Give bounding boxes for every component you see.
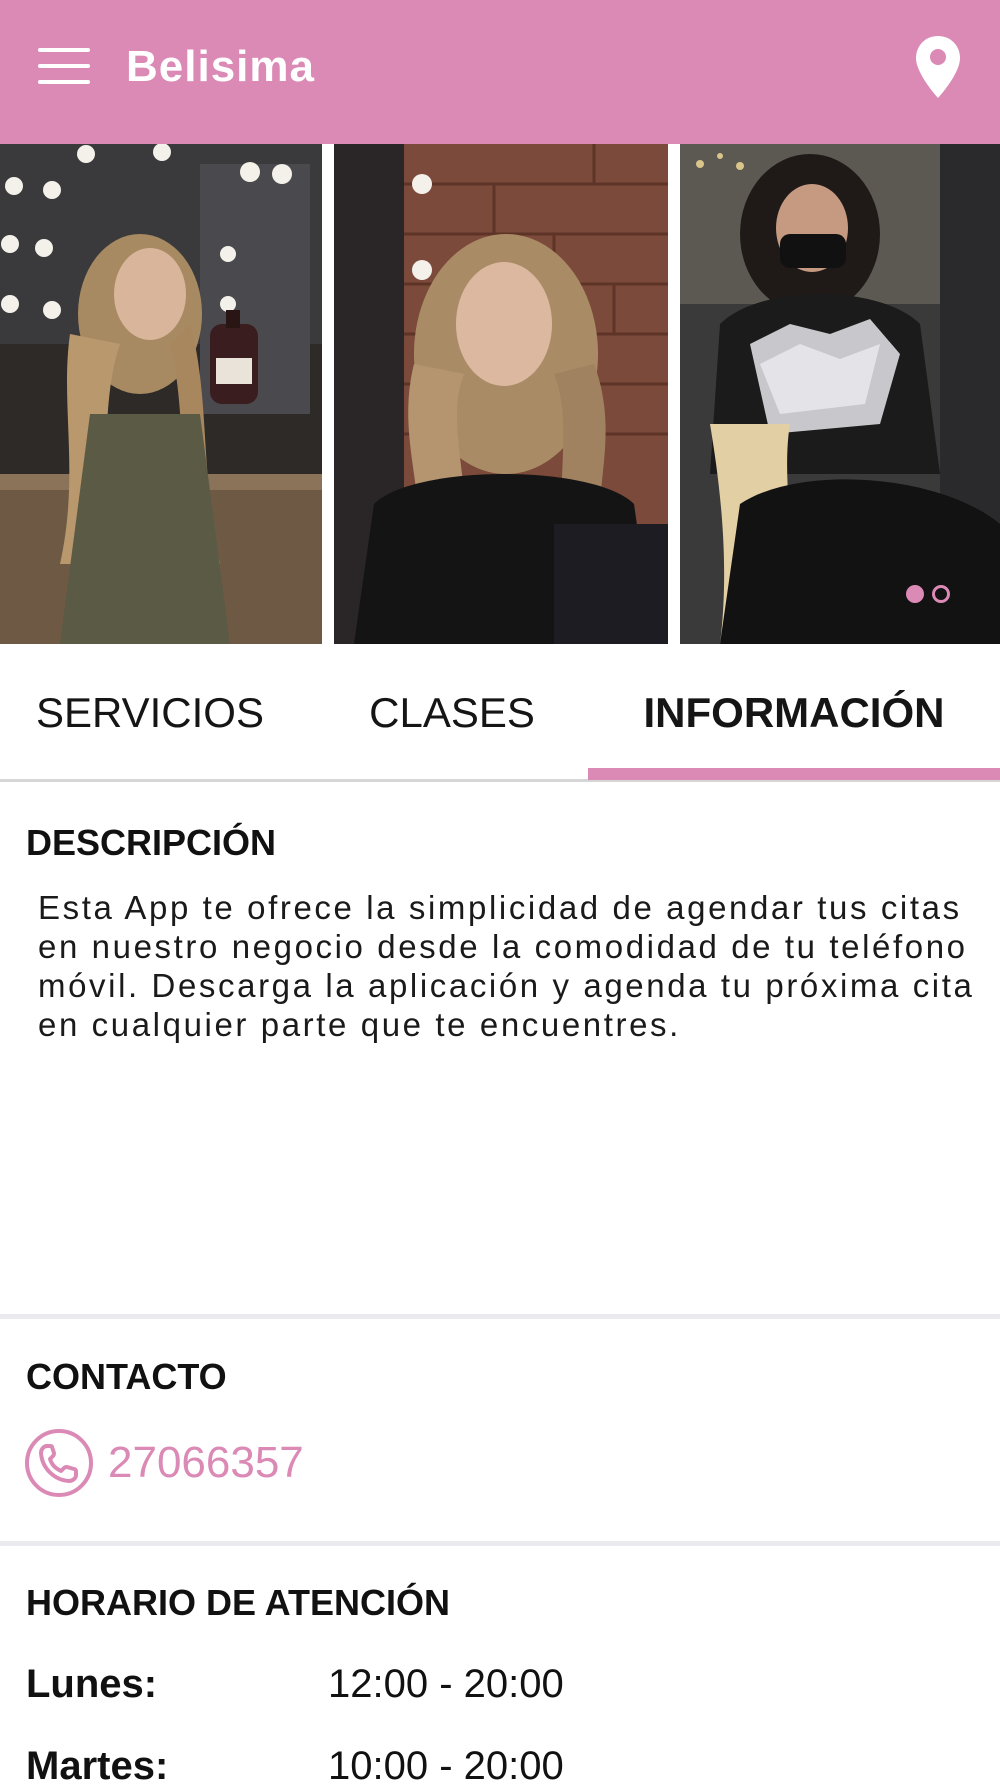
hours-time: 10:00 - 20:00 bbox=[328, 1744, 564, 1788]
active-tab-indicator bbox=[588, 768, 1000, 780]
tab-servicios[interactable]: SERVICIOS bbox=[0, 644, 300, 782]
tab-clases[interactable]: CLASES bbox=[300, 644, 604, 782]
hamburger-menu-icon bbox=[38, 48, 90, 52]
phone-icon bbox=[25, 1429, 93, 1497]
salon-photo-hair-coloring bbox=[680, 144, 1000, 644]
description-text: Esta App te ofrece la simplicidad de age… bbox=[38, 889, 975, 1043]
map-pin-icon bbox=[916, 36, 960, 98]
hours-day: Lunes: bbox=[26, 1662, 158, 1706]
photo-carousel[interactable] bbox=[0, 144, 1000, 644]
app-title: Belisima bbox=[126, 42, 315, 91]
hours-title: HORARIO DE ATENCIÓN bbox=[26, 1582, 451, 1623]
tab-bar: SERVICIOS CLASES INFORMACIÓN bbox=[0, 644, 1000, 782]
tab-informacion[interactable]: INFORMACIÓN bbox=[588, 644, 1000, 782]
menu-button[interactable] bbox=[36, 48, 92, 88]
app-bar: Belisima bbox=[0, 0, 1000, 144]
hamburger-menu-icon-bar bbox=[38, 64, 90, 68]
salon-photo-model-portrait bbox=[334, 144, 668, 644]
description-title: DESCRIPCIÓN bbox=[26, 822, 277, 863]
phone-link[interactable]: 27066357 bbox=[24, 1426, 304, 1500]
hours-day: Martes: bbox=[26, 1744, 169, 1788]
hours-time: 12:00 - 20:00 bbox=[328, 1662, 564, 1706]
contact-title: CONTACTO bbox=[26, 1356, 227, 1397]
carousel-dot-1[interactable] bbox=[906, 585, 924, 603]
hamburger-menu-icon-bar bbox=[38, 80, 90, 84]
carousel-pagination bbox=[906, 585, 950, 603]
phone-number: 27066357 bbox=[108, 1438, 304, 1487]
carousel-dot-2[interactable] bbox=[932, 585, 950, 603]
section-divider bbox=[0, 1314, 1000, 1319]
location-button[interactable] bbox=[914, 34, 962, 100]
salon-photo-model-with-product bbox=[0, 144, 322, 644]
section-divider bbox=[0, 1541, 1000, 1546]
